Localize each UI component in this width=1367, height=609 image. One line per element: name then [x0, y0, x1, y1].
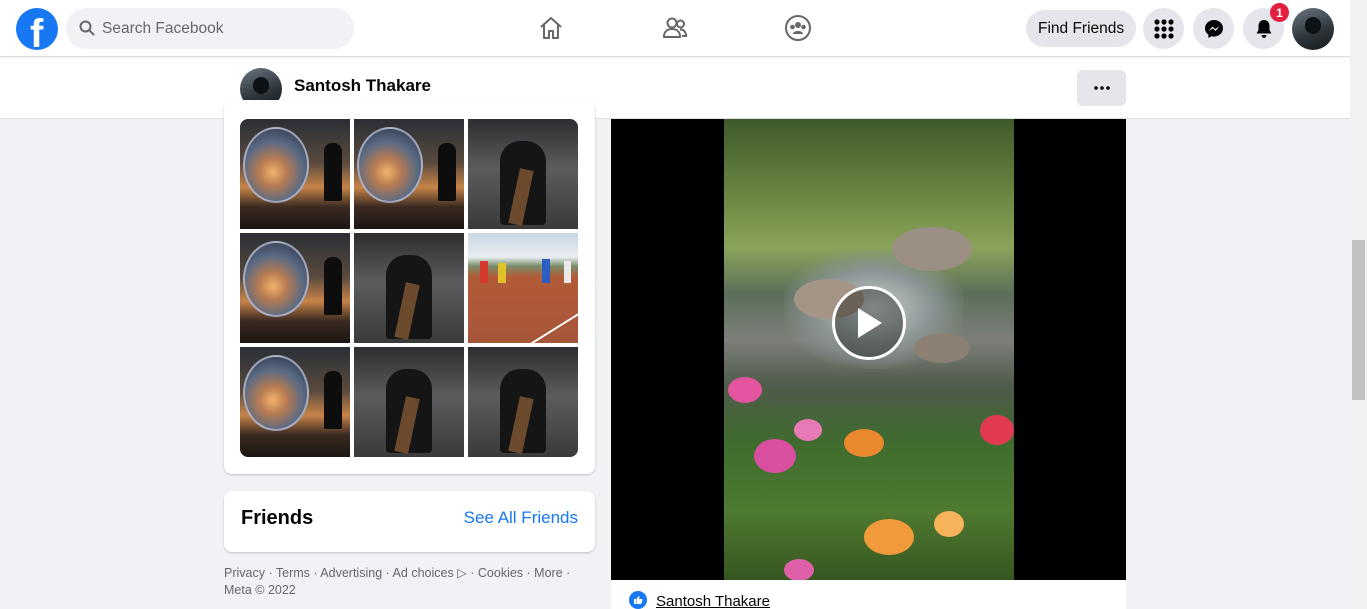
find-friends-button[interactable]: Find Friends	[1026, 10, 1137, 47]
messenger-icon	[1204, 19, 1223, 38]
photo-grid	[240, 119, 578, 457]
photo-thumbnail[interactable]	[240, 347, 350, 457]
post-author-link[interactable]: Santosh Thakare	[656, 593, 770, 609]
like-icon	[629, 591, 647, 609]
ellipsis-icon	[1093, 86, 1110, 90]
video-player[interactable]	[611, 119, 1126, 580]
photo-thumbnail[interactable]	[468, 233, 578, 343]
photo-thumbnail[interactable]	[468, 119, 578, 229]
photo-thumbnail[interactable]	[354, 347, 464, 457]
home-icon[interactable]	[535, 12, 567, 44]
photo-thumbnail[interactable]	[240, 119, 350, 229]
friends-title: Friends	[241, 507, 314, 529]
friends-card: Friends See All Friends	[224, 491, 595, 552]
post-footer: Santosh Thakare	[611, 580, 1126, 609]
menu-button[interactable]	[1143, 8, 1184, 49]
search-icon	[79, 20, 95, 36]
grid-menu-icon	[1153, 18, 1174, 39]
photos-card	[224, 100, 595, 474]
facebook-logo-icon[interactable]: f	[16, 8, 58, 56]
photo-thumbnail[interactable]	[468, 347, 578, 457]
play-button[interactable]	[832, 286, 906, 360]
notification-badge: 1	[1270, 3, 1289, 22]
photo-thumbnail[interactable]	[354, 119, 464, 229]
photo-thumbnail[interactable]	[240, 233, 350, 343]
search-input[interactable]	[102, 8, 342, 49]
profile-name[interactable]: Santosh Thakare	[294, 76, 431, 96]
groups-icon[interactable]	[782, 12, 814, 44]
account-avatar[interactable]	[1292, 8, 1334, 50]
bell-icon	[1256, 19, 1271, 38]
see-all-friends-link[interactable]: See All Friends	[464, 508, 578, 528]
footer-line-1[interactable]: Privacy · Terms · Advertising · Ad choic…	[224, 565, 599, 582]
search-box[interactable]	[66, 8, 354, 49]
footer-line-2: Meta © 2022	[224, 583, 296, 597]
scrollbar-thumb[interactable]	[1352, 240, 1365, 400]
profile-header-bar: Santosh Thakare	[0, 58, 1350, 119]
play-icon	[858, 308, 882, 338]
photo-thumbnail[interactable]	[354, 233, 464, 343]
friends-icon[interactable]	[659, 12, 691, 44]
more-options-button[interactable]	[1077, 70, 1126, 106]
footer-links[interactable]: Privacy · Terms · Advertising · Ad choic…	[224, 565, 599, 599]
messenger-button[interactable]	[1193, 8, 1234, 49]
top-navigation-bar: f Find Friends 1	[0, 0, 1350, 57]
